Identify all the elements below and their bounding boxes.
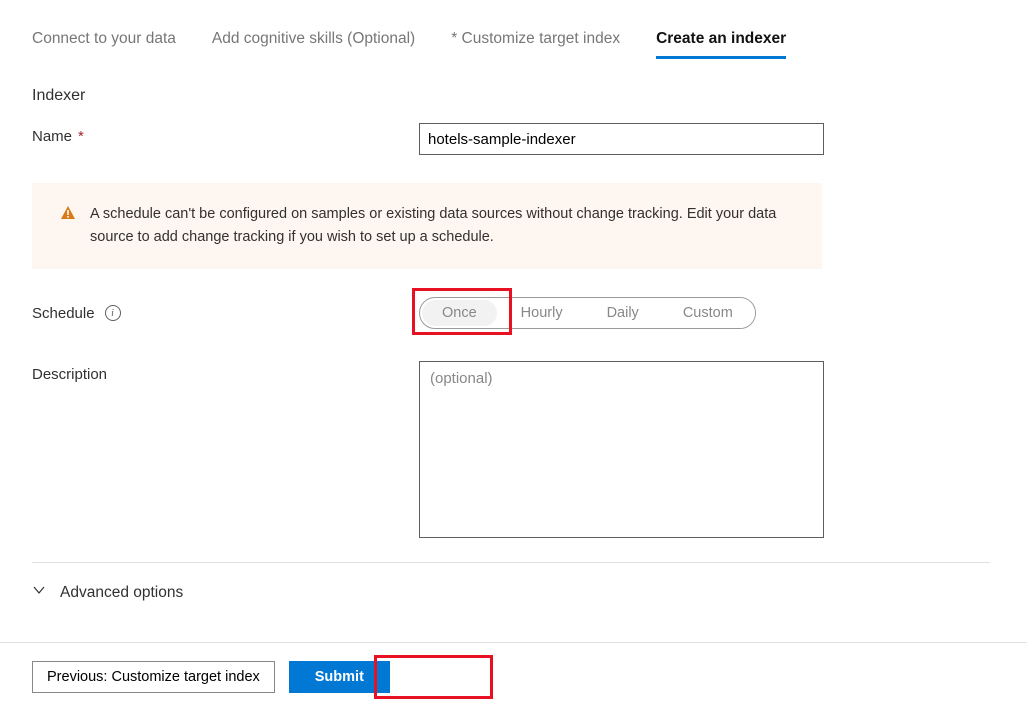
schedule-pill-group: Once Hourly Daily Custom: [419, 297, 756, 329]
schedule-label-text: Schedule: [32, 305, 95, 322]
name-input[interactable]: [419, 123, 824, 155]
tab-connect-data[interactable]: Connect to your data: [32, 30, 176, 59]
footer-divider: [0, 642, 1027, 643]
description-row: Description: [32, 361, 995, 538]
submit-button[interactable]: Submit: [289, 661, 390, 693]
schedule-option-once[interactable]: Once: [422, 300, 497, 326]
footer: Previous: Customize target index Submit: [32, 661, 995, 711]
schedule-options: Once Hourly Daily Custom: [419, 297, 756, 329]
description-textarea[interactable]: [419, 361, 824, 538]
advanced-options-toggle[interactable]: Advanced options: [32, 579, 995, 606]
wizard-tabs: Connect to your data Add cognitive skill…: [32, 30, 995, 59]
tab-create-indexer[interactable]: Create an indexer: [656, 30, 786, 59]
warning-text: A schedule can't be configured on sample…: [90, 203, 794, 249]
schedule-option-hourly[interactable]: Hourly: [499, 298, 585, 328]
previous-button[interactable]: Previous: Customize target index: [32, 661, 275, 693]
name-row: Name *: [32, 123, 995, 155]
schedule-option-daily[interactable]: Daily: [585, 298, 661, 328]
tab-customize-index[interactable]: * Customize target index: [451, 30, 620, 59]
advanced-options-label: Advanced options: [60, 584, 183, 602]
warning-icon: [60, 205, 76, 224]
chevron-down-icon: [32, 583, 46, 602]
schedule-option-custom[interactable]: Custom: [661, 298, 755, 328]
name-label: Name *: [32, 123, 419, 145]
tab-cognitive-skills[interactable]: Add cognitive skills (Optional): [212, 30, 415, 59]
description-label: Description: [32, 361, 419, 383]
schedule-label: Schedule i: [32, 305, 419, 322]
section-heading-indexer: Indexer: [32, 87, 995, 105]
name-label-text: Name: [32, 128, 72, 145]
highlight-submit: [374, 655, 493, 699]
info-icon[interactable]: i: [105, 305, 121, 321]
divider: [32, 562, 990, 563]
required-asterisk: *: [78, 128, 84, 145]
warning-banner: A schedule can't be configured on sample…: [32, 183, 822, 269]
schedule-row: Schedule i Once Hourly Daily Custom: [32, 297, 995, 329]
